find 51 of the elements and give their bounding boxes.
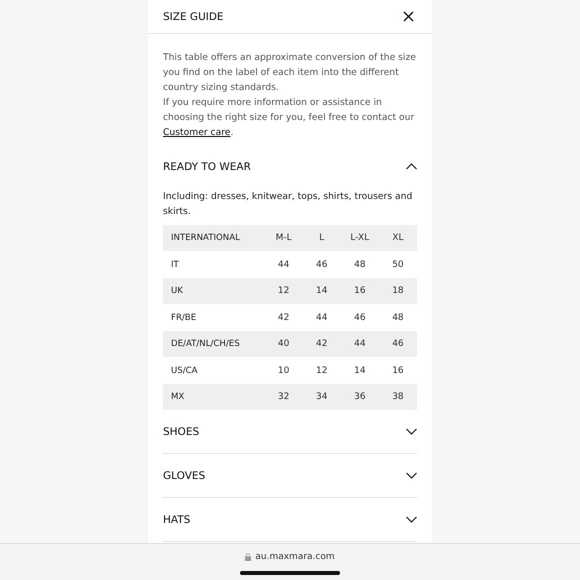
table-cell: UK <box>163 278 265 304</box>
table-cell: 42 <box>302 330 341 358</box>
customer-care-link[interactable]: Customer care <box>163 127 230 138</box>
table-cell: FR/BE <box>163 304 265 331</box>
column-header: M-L <box>264 224 303 252</box>
table-cell: 46 <box>302 251 341 278</box>
section-header[interactable]: HATS <box>163 498 417 542</box>
dialog-title: SIZE GUIDE <box>163 10 224 22</box>
section-header[interactable]: SHOES <box>163 410 417 454</box>
table-cell: 44 <box>340 330 379 358</box>
table-cell: 16 <box>340 278 379 304</box>
chevron-icon <box>406 516 417 524</box>
column-header: L <box>302 224 341 252</box>
table-cell: IT <box>163 251 265 278</box>
table-cell: 44 <box>302 304 341 331</box>
intro-text: This table offers an approximate conversion of the size you find on the label of each item into the different country sizing standards. <box>163 51 417 96</box>
table-cell: 14 <box>340 357 379 384</box>
table-cell: 12 <box>302 357 341 384</box>
column-header: INTERNATIONAL <box>163 224 265 252</box>
table-cell: 16 <box>378 357 417 384</box>
table-cell: 50 <box>378 251 417 278</box>
table-cell: 38 <box>378 384 417 410</box>
chevron-icon <box>406 163 417 170</box>
table-cell: 10 <box>264 357 303 384</box>
table-cell: MX <box>163 384 265 410</box>
close-button[interactable] <box>402 10 415 23</box>
table-cell: US/CA <box>163 357 265 384</box>
section-header[interactable]: READY TO WEAR <box>163 144 417 189</box>
table-cell: 40 <box>264 330 303 358</box>
table-cell: 42 <box>264 304 303 331</box>
lock-icon <box>245 553 252 561</box>
table-cell: 46 <box>340 304 379 331</box>
table-cell: 18 <box>378 278 417 304</box>
table-cell: 36 <box>340 384 379 410</box>
table-cell: 44 <box>264 251 303 278</box>
intro-text: If you require more information or assistance in choosing the right size for you, feel free to contact our Customer care. <box>163 96 416 140</box>
table-cell: 14 <box>302 278 341 304</box>
column-header: XL <box>378 224 417 252</box>
category-note: Including: dresses, knitwear, tops, shirts, trousers and skirts. <box>163 190 414 219</box>
url-text[interactable]: au.maxmara.com <box>255 552 335 562</box>
column-header: L-XL <box>340 224 379 252</box>
chevron-icon <box>406 428 417 436</box>
table-cell: 48 <box>340 251 379 278</box>
table-cell: 32 <box>264 384 303 410</box>
chevron-icon <box>406 472 417 480</box>
section-header[interactable]: GLOVES <box>163 454 417 498</box>
table-cell: 48 <box>378 304 417 331</box>
table-cell: DE/AT/NL/CH/ES <box>163 330 265 358</box>
table-cell: 12 <box>264 278 303 304</box>
table-cell: 34 <box>302 384 341 410</box>
table-cell: 46 <box>378 330 417 358</box>
